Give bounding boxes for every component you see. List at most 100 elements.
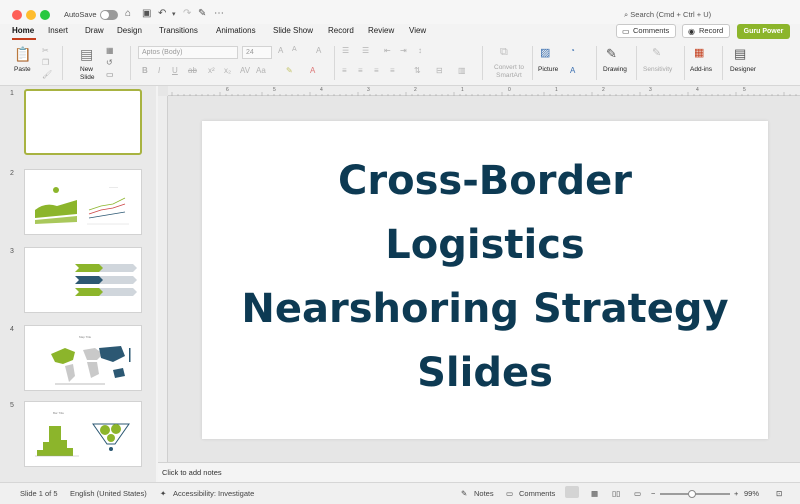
autosave-toggle[interactable] [100,10,118,20]
underline-icon[interactable]: U [172,66,178,75]
format-painter-brush-icon[interactable]: 🖌 [42,70,52,79]
designer-label[interactable]: Designer [730,66,756,73]
convert-smartart-label-1[interactable]: Convert to [490,64,528,71]
increase-font-icon[interactable]: A [278,46,283,55]
zoom-out-icon[interactable]: − [651,489,655,498]
addins-icon[interactable]: ▦ [694,46,704,59]
increase-indent-icon[interactable]: ⇥ [400,46,407,55]
maximize-window-button[interactable] [40,10,50,20]
slide-thumbnail-4[interactable]: Map Title [24,325,142,391]
notes-icon[interactable]: ✎ [461,489,467,498]
tab-draw[interactable]: Draw [85,26,104,35]
slide-title[interactable]: Cross-Border Logistics Nearshoring Strat… [202,149,768,405]
highlight-icon[interactable]: ✎ [286,66,293,75]
bullets-icon[interactable]: ☰ [342,46,349,55]
justify-icon[interactable]: ≡ [390,66,395,75]
picture-icon[interactable]: ▨ [540,46,550,59]
language-indicator[interactable]: English (United States) [70,489,147,498]
drawing-icon[interactable]: ✎ [606,46,617,62]
align-text-icon[interactable]: ⊟ [436,66,443,75]
shapes-icon[interactable]: ◔ [570,46,575,55]
undo-icon[interactable]: ↶ [158,8,166,19]
slide-thumbnail-2[interactable]: ——— [24,169,142,235]
tab-record[interactable]: Record [328,26,354,35]
home-icon[interactable]: ⌂ [125,8,131,19]
superscript-icon[interactable]: x² [208,66,215,75]
tab-slide-show[interactable]: Slide Show [273,26,313,35]
layout-icon[interactable]: ▦ [106,46,114,55]
reading-view-icon[interactable]: ▯▯ [612,489,620,498]
drawing-label[interactable]: Drawing [603,66,627,73]
tab-transitions[interactable]: Transitions [159,26,198,35]
tab-design[interactable]: Design [117,26,142,35]
tab-insert[interactable]: Insert [48,26,68,35]
character-spacing-icon[interactable]: AV [240,66,250,75]
decrease-indent-icon[interactable]: ⇤ [384,46,391,55]
numbering-icon[interactable]: ☰ [362,46,369,55]
tab-view[interactable]: View [409,26,426,35]
bold-icon[interactable]: B [142,66,148,75]
slideshow-icon[interactable]: ▭ [634,489,641,498]
tab-home[interactable]: Home [12,26,34,35]
picture-label[interactable]: Picture [538,66,558,73]
comments-button[interactable]: ▭ Comments [616,24,676,38]
line-spacing-icon[interactable]: ↕ [418,46,422,55]
close-window-button[interactable] [12,10,22,20]
record-button[interactable]: ◉ Record [682,24,730,38]
minimize-window-button[interactable] [26,10,36,20]
textbox-icon[interactable]: A [570,66,575,75]
new-slide-label-2[interactable]: Slide [80,74,94,81]
font-color-icon[interactable]: A [310,66,315,75]
section-icon[interactable]: ▭ [106,70,114,79]
notes-placeholder[interactable]: Click to add notes [162,468,222,477]
comments-toggle[interactable]: Comments [519,489,555,498]
cut-icon[interactable]: ✂ [42,46,49,55]
sensitivity-label[interactable]: Sensitivity [643,66,672,73]
smartart-icon[interactable]: ⧉ [500,46,508,59]
zoom-level[interactable]: 99% [744,489,759,498]
vertical-ruler[interactable] [158,96,168,462]
comments-icon[interactable]: ▭ [506,489,513,498]
clear-formatting-icon[interactable]: A [316,46,321,55]
search-field[interactable]: ⌕ Search (Cmd + Ctrl + U) [624,10,711,20]
convert-smartart-label-2[interactable]: SmartArt [490,72,528,79]
align-center-icon[interactable]: ≡ [358,66,363,75]
notes-pane[interactable]: Click to add notes [158,462,800,482]
more-icon[interactable]: ⋯ [214,8,224,19]
subscript-icon[interactable]: x₂ [224,66,231,75]
slide-thumbnail-5[interactable]: Bar Title [24,401,142,467]
save-icon[interactable]: ▣ [142,8,151,19]
guru-power-button[interactable]: Guru Power [737,24,790,39]
current-slide[interactable]: Cross-Border Logistics Nearshoring Strat… [202,121,768,439]
italic-icon[interactable]: I [158,66,160,75]
fit-slide-icon[interactable]: ⊡ [776,489,782,498]
accessibility-icon[interactable]: ✦ [160,489,166,498]
change-case-icon[interactable]: Aa [256,66,266,75]
decrease-font-icon[interactable]: A [292,46,297,53]
paste-label[interactable]: Paste [14,66,31,73]
new-slide-label-1[interactable]: New [80,66,93,73]
new-slide-icon[interactable]: ▤ [80,46,93,63]
font-name-select[interactable]: Aptos (Body) [138,46,238,59]
align-right-icon[interactable]: ≡ [374,66,379,75]
addins-label[interactable]: Add-ins [690,66,712,73]
slide-thumbnail-3[interactable] [24,247,142,313]
tab-animations[interactable]: Animations [216,26,256,35]
undo-dropdown-icon[interactable]: ▾ [172,10,176,18]
reset-icon[interactable]: ↺ [106,58,113,67]
font-size-select[interactable]: 24 [242,46,272,59]
slide-thumbnail-1[interactable] [24,89,142,155]
sensitivity-icon[interactable]: ✎ [652,46,661,59]
copy-icon[interactable]: ❐ [42,58,49,67]
accessibility-status[interactable]: Accessibility: Investigate [173,489,254,498]
format-painter-icon[interactable]: ✎ [198,8,206,19]
strikethrough-icon[interactable]: ab [188,66,197,75]
tab-review[interactable]: Review [368,26,394,35]
zoom-slider-thumb[interactable] [688,490,696,498]
notes-toggle[interactable]: Notes [474,489,494,498]
redo-icon[interactable]: ↷ [183,8,191,19]
horizontal-ruler[interactable]: 6 5 4 3 2 1 0 1 2 3 4 5 [168,86,800,96]
columns-icon[interactable]: ▥ [458,66,466,75]
slide-sorter-icon[interactable]: ▦ [591,489,598,498]
text-direction-icon[interactable]: ⇅ [414,66,421,75]
